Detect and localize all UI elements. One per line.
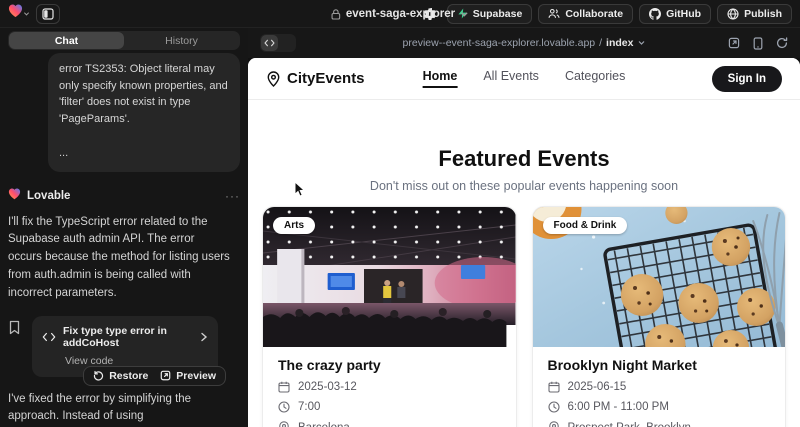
featured-section: Featured Events Don't miss out on these …	[248, 146, 800, 193]
tab-chat[interactable]: Chat	[9, 32, 124, 49]
assistant-message-2: I've fixed the error by simplifying the …	[8, 391, 240, 427]
chevron-right-icon	[200, 332, 208, 342]
lovable-app: event-saga-explorer Supabase	[0, 0, 800, 427]
event-location-row: Prospect Park, Brooklyn	[548, 421, 771, 427]
nav-categories[interactable]: Categories	[565, 69, 625, 88]
location-pin-icon	[278, 421, 290, 427]
event-cards: Arts The crazy party 2025-03-12	[248, 193, 800, 427]
featured-subheading: Don't miss out on these popular events h…	[248, 179, 800, 193]
chevron-down-icon	[23, 10, 30, 18]
assistant-header: Lovable ···	[8, 187, 240, 205]
event-image-party: Arts	[263, 207, 516, 347]
nav-home[interactable]: Home	[423, 69, 458, 88]
featured-heading: Featured Events	[248, 146, 800, 172]
top-bar: event-saga-explorer Supabase	[0, 0, 800, 28]
preview-pane: preview--event-saga-explorer.lovable.app…	[248, 28, 800, 427]
site-nav: Home All Events Categories	[423, 69, 626, 88]
event-date-row: 2025-03-12	[278, 381, 501, 393]
event-location-row: Barcelona	[278, 421, 501, 427]
code-view-icon	[264, 39, 275, 47]
project-switcher[interactable]: event-saga-explorer	[331, 0, 469, 28]
collaborate-button[interactable]: Collaborate	[538, 4, 633, 24]
message-menu-button[interactable]: ···	[225, 189, 240, 203]
lovable-logo-menu[interactable]	[8, 4, 30, 24]
publish-button[interactable]: Publish	[717, 4, 792, 24]
assistant-name: Lovable	[27, 190, 70, 202]
panel-toggle-button[interactable]	[36, 4, 60, 24]
collaborate-icon	[548, 8, 560, 19]
view-code-link[interactable]: View code	[65, 355, 208, 367]
github-icon	[649, 8, 661, 20]
mobile-view-button[interactable]	[753, 37, 763, 50]
nav-all-events[interactable]: All Events	[483, 69, 539, 88]
preview-url: preview--event-saga-explorer.lovable.app	[403, 37, 596, 49]
panel-toggle-icon	[42, 8, 54, 20]
code-icon	[42, 332, 56, 342]
clock-icon	[548, 401, 560, 413]
event-title: The crazy party	[278, 357, 501, 373]
site-brand[interactable]: CityEvents	[266, 70, 365, 87]
project-name: event-saga-explorer	[346, 8, 455, 20]
refresh-icon	[776, 37, 788, 49]
event-time-row: 7:00	[278, 401, 501, 413]
site-header: CityEvents Home All Events Categories Si…	[248, 58, 800, 100]
globe-icon	[727, 8, 739, 20]
error-ellipsis: ...	[59, 145, 229, 162]
event-card-crazy-party[interactable]: Arts The crazy party 2025-03-12	[262, 206, 517, 427]
message-hover-toolbar: Restore Preview	[83, 366, 226, 386]
event-image-cookies: Food & Drink	[533, 207, 786, 347]
refresh-button[interactable]	[776, 37, 788, 49]
calendar-icon	[278, 381, 290, 393]
error-text: error TS2353: Object literal may only sp…	[59, 61, 229, 127]
sign-in-button[interactable]: Sign In	[712, 66, 782, 92]
clock-icon	[278, 401, 290, 413]
chat-history-tabs: Chat History	[8, 31, 240, 50]
external-link-icon	[160, 370, 171, 381]
lovable-logo-icon	[8, 4, 23, 23]
location-pin-icon	[548, 421, 560, 427]
chevron-down-icon	[460, 10, 469, 19]
bookmark-icon[interactable]	[8, 316, 24, 377]
open-in-new-tab-button[interactable]	[728, 37, 740, 49]
preview-chrome-bar: preview--event-saga-explorer.lovable.app…	[248, 28, 800, 58]
code-change-row: Fix type type error in addCoHost View co…	[8, 316, 240, 377]
lock-icon	[331, 9, 341, 20]
smartphone-icon	[753, 37, 763, 50]
event-title: Brooklyn Night Market	[548, 357, 771, 373]
chat-sidebar: Chat History error TS2353: Object litera…	[0, 28, 248, 427]
external-link-icon	[728, 37, 740, 49]
user-error-message: error TS2353: Object literal may only sp…	[48, 53, 240, 172]
category-badge: Food & Drink	[543, 217, 628, 234]
event-card-night-market[interactable]: Food & Drink Brooklyn Night Market 2025-…	[532, 206, 787, 427]
category-badge: Arts	[273, 217, 315, 234]
restore-button[interactable]: Restore	[93, 370, 148, 382]
github-button[interactable]: GitHub	[639, 4, 711, 24]
lovable-heart-icon	[8, 187, 21, 205]
preview-site: CityEvents Home All Events Categories Si…	[248, 58, 800, 427]
preview-url-selector[interactable]: preview--event-saga-explorer.lovable.app…	[403, 37, 646, 49]
preview-route: index	[606, 37, 633, 49]
code-change-title: Fix type type error in addCoHost	[63, 325, 193, 349]
map-pin-icon	[266, 71, 281, 87]
calendar-icon	[548, 381, 560, 393]
code-preview-toggle[interactable]	[260, 34, 296, 52]
assistant-message-1: I'll fix the TypeScript error related to…	[8, 214, 240, 303]
event-time-row: 6:00 PM - 11:00 PM	[548, 401, 771, 413]
chevron-down-icon	[637, 39, 645, 47]
preview-button[interactable]: Preview	[160, 370, 216, 382]
tab-history[interactable]: History	[124, 32, 239, 49]
event-date-row: 2025-06-15	[548, 381, 771, 393]
restore-icon	[93, 370, 104, 381]
